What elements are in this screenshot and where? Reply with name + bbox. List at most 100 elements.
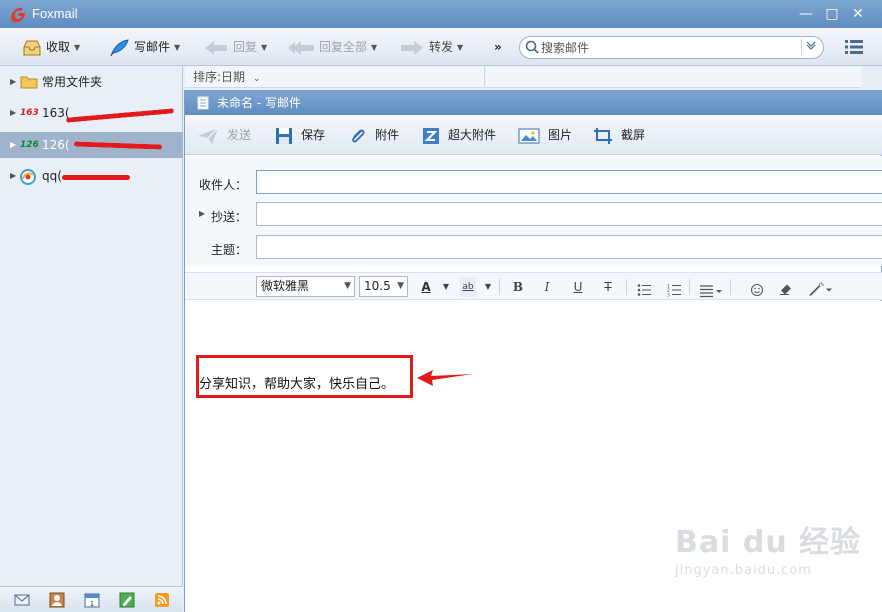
redaction-mark bbox=[65, 108, 175, 123]
align-icon[interactable] bbox=[700, 281, 722, 301]
sidebar-item-label: 126( bbox=[42, 138, 70, 152]
bold-button[interactable]: B bbox=[511, 277, 525, 297]
receive-label: 收取 bbox=[46, 40, 71, 54]
mail-icon[interactable] bbox=[14, 592, 30, 608]
large-attachment-icon bbox=[423, 127, 439, 144]
reply-button[interactable]: 回复 ▼ bbox=[203, 36, 267, 58]
magic-wand-icon[interactable] bbox=[809, 279, 833, 299]
to-label: 收件人： bbox=[199, 178, 248, 192]
underline-button[interactable]: U bbox=[571, 277, 585, 297]
italic-button[interactable]: I bbox=[540, 277, 554, 297]
app-title: Foxmail bbox=[32, 6, 78, 21]
search-input[interactable] bbox=[541, 39, 791, 56]
sidebar-item-label: 常用文件夹 bbox=[42, 75, 103, 89]
chevron-down-icon[interactable]: ▼ bbox=[261, 37, 267, 59]
font-color-button[interactable]: A bbox=[419, 277, 433, 297]
inbox-tray-icon bbox=[23, 40, 41, 55]
search-box[interactable] bbox=[519, 36, 824, 59]
divider bbox=[730, 279, 731, 295]
forward-button[interactable]: 转发 ▼ bbox=[399, 36, 463, 58]
paperclip-icon bbox=[352, 128, 365, 143]
compose-button[interactable]: 写邮件 ▼ bbox=[108, 36, 180, 58]
qq-mail-icon bbox=[20, 169, 36, 185]
expand-arrow-icon[interactable]: ▶ bbox=[10, 163, 16, 189]
attach-label: 附件 bbox=[375, 128, 400, 142]
mail-list-sort-header[interactable]: 排序:日期 ⌄ bbox=[185, 66, 485, 88]
reply-all-label: 回复全部 bbox=[319, 40, 368, 54]
document-icon bbox=[197, 96, 209, 110]
big-attach-button[interactable]: 超大附件 bbox=[422, 124, 496, 146]
format-toolbar: 微软雅黑 ▼ 10.5 ▼ A ▼ ab ▼ B I U T 123 bbox=[185, 272, 882, 300]
divider bbox=[626, 279, 627, 295]
emoji-icon[interactable] bbox=[750, 280, 764, 300]
expand-arrow-icon[interactable]: ▶ bbox=[10, 100, 16, 126]
message-body[interactable]: 分享知识，帮助大家，快乐自己。 Bai du 经验 jingyan.baidu.… bbox=[185, 301, 882, 612]
font-size-value: 10.5 bbox=[364, 279, 391, 293]
chevron-down-icon[interactable]: ▼ bbox=[483, 277, 493, 297]
baidu-jingyan-watermark: Bai du 经验 jingyan.baidu.com bbox=[675, 517, 861, 578]
picture-icon bbox=[518, 128, 540, 143]
clear-format-icon[interactable] bbox=[779, 279, 793, 299]
image-button[interactable]: 图片 bbox=[518, 124, 572, 146]
sidebar-item-163-account[interactable]: ▶ 163 163( bbox=[0, 100, 183, 126]
chevron-down-icon[interactable]: ▼ bbox=[174, 37, 180, 59]
reply-all-button[interactable]: 回复全部 ▼ bbox=[287, 36, 377, 58]
font-size-select[interactable]: 10.5 ▼ bbox=[359, 276, 408, 297]
compose-title-bar: 未命名 - 写邮件 bbox=[185, 91, 882, 115]
numbered-list-icon[interactable]: 123 bbox=[667, 280, 681, 300]
mail-126-icon: 126 bbox=[20, 140, 39, 150]
sidebar-item-label: qq( bbox=[42, 169, 62, 183]
notes-icon[interactable] bbox=[119, 592, 135, 608]
compose-window-title: 未命名 - 写邮件 bbox=[217, 96, 301, 110]
calendar-icon[interactable]: 1 bbox=[84, 592, 100, 608]
chevron-down-icon: ▼ bbox=[397, 281, 404, 291]
screenshot-button[interactable]: 截屏 bbox=[593, 124, 645, 146]
divider bbox=[499, 279, 500, 295]
send-label: 发送 bbox=[227, 128, 252, 142]
save-button[interactable]: 保存 bbox=[275, 124, 325, 146]
attach-button[interactable]: 附件 bbox=[349, 124, 399, 146]
compose-window: 未命名 - 写邮件 发送 保存 附件 超大附件 图片 截屏 收件人： ▶ 抄送：… bbox=[184, 90, 882, 612]
screenshot-label: 截屏 bbox=[621, 128, 646, 142]
chevron-down-icon[interactable]: ▼ bbox=[371, 37, 377, 59]
strikethrough-button[interactable]: T bbox=[601, 277, 615, 297]
subject-field[interactable] bbox=[256, 235, 882, 259]
font-family-value: 微软雅黑 bbox=[261, 279, 310, 293]
save-label: 保存 bbox=[301, 128, 326, 142]
red-arrow-annotation bbox=[417, 370, 473, 386]
cc-field[interactable] bbox=[256, 202, 882, 226]
chevron-down-icon[interactable]: ⌄ bbox=[253, 74, 261, 84]
rss-icon[interactable] bbox=[154, 592, 170, 608]
more-button[interactable]: » bbox=[494, 36, 502, 58]
sidebar-bottom-bar: 1 bbox=[0, 586, 183, 612]
highlight-color-button[interactable]: ab bbox=[460, 277, 476, 297]
minimize-button[interactable]: — bbox=[796, 4, 816, 24]
main-menu-icon[interactable] bbox=[845, 39, 863, 55]
chevron-down-icon[interactable]: ▼ bbox=[74, 37, 80, 59]
sidebar-item-common-folders[interactable]: ▶ 常用文件夹 bbox=[0, 69, 183, 95]
close-button[interactable]: ✕ bbox=[848, 4, 868, 24]
maximize-button[interactable]: □ bbox=[822, 4, 842, 24]
search-icon bbox=[525, 40, 539, 54]
svg-text:1: 1 bbox=[90, 600, 94, 608]
chevron-down-icon[interactable]: ▼ bbox=[441, 277, 451, 297]
account-sidebar: ▶ 常用文件夹 ▶ 163 163( ▶ 126 126( ▶ qq( 1 bbox=[0, 66, 183, 612]
search-options-dropdown[interactable] bbox=[801, 39, 819, 56]
receive-button[interactable]: 收取 ▼ bbox=[22, 36, 80, 58]
contacts-icon[interactable] bbox=[49, 592, 65, 608]
expand-cc-icon[interactable]: ▶ bbox=[199, 209, 205, 218]
chevron-down-icon[interactable]: ▼ bbox=[457, 37, 463, 59]
expand-arrow-icon[interactable]: ▶ bbox=[10, 69, 16, 95]
big-attach-label: 超大附件 bbox=[448, 128, 497, 142]
send-button[interactable]: 发送 bbox=[197, 124, 251, 146]
forward-label: 转发 bbox=[429, 40, 454, 54]
header-fields: 收件人： ▶ 抄送： 主题： bbox=[185, 156, 882, 266]
sidebar-item-126-account[interactable]: ▶ 126 126( bbox=[0, 132, 183, 158]
expand-arrow-icon[interactable]: ▶ bbox=[10, 132, 16, 158]
watermark-text: Bai du 经验 bbox=[675, 525, 862, 560]
sidebar-item-qq-account[interactable]: ▶ qq( bbox=[0, 163, 183, 189]
app-title-bar: Foxmail — □ ✕ bbox=[0, 0, 882, 28]
bullet-list-icon[interactable] bbox=[637, 280, 651, 300]
font-family-select[interactable]: 微软雅黑 ▼ bbox=[256, 276, 355, 297]
to-field[interactable] bbox=[256, 170, 882, 194]
